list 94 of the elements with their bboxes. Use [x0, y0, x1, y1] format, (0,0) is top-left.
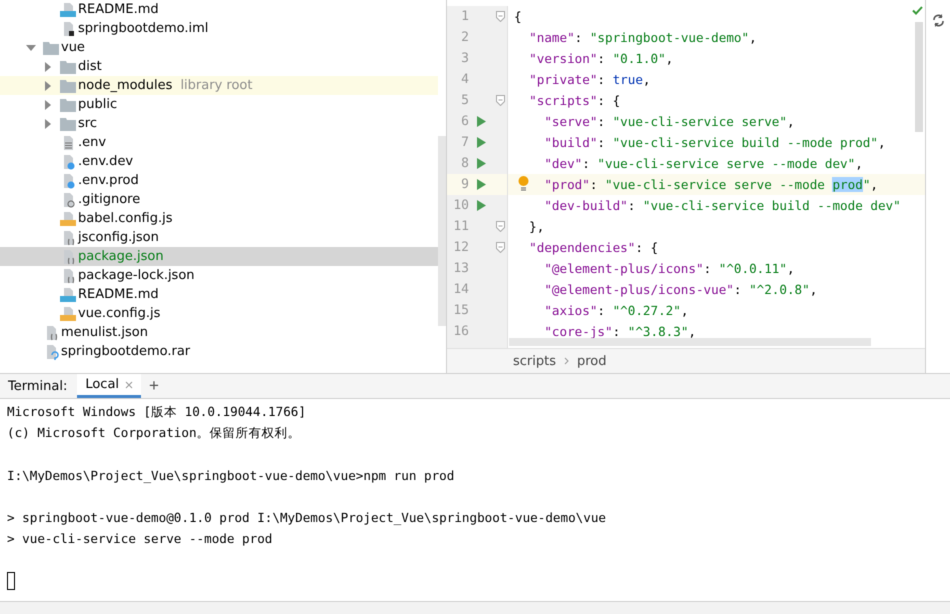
tree-item[interactable]: README.md: [0, 285, 438, 304]
tree-item[interactable]: .gitignore: [0, 190, 438, 209]
close-icon[interactable]: [125, 380, 134, 388]
code-line: "@element-plus/icons-vue": "^2.0.8",: [543, 282, 818, 297]
tree-item[interactable]: .env.dev: [0, 152, 438, 171]
tree-item[interactable]: src: [0, 114, 438, 133]
code-line: "dev-build": "vue-cli-service build --mode dev": [543, 198, 901, 213]
line-number: 5: [460, 93, 469, 108]
line-number: 3: [460, 51, 469, 66]
terminal-line: > vue-cli-service serve --mode prod: [7, 530, 274, 548]
line-number: 11: [452, 219, 469, 234]
run-icon[interactable]: [477, 179, 486, 190]
tree-item[interactable]: package-lock.json: [0, 266, 438, 285]
tree-item[interactable]: dist: [0, 57, 438, 76]
tree-item[interactable]: package.json: [0, 247, 438, 266]
folder-icon: [60, 78, 76, 92]
line-number: 13: [452, 261, 469, 276]
code-line: "scripts": {: [528, 93, 620, 108]
file-icon: [60, 210, 76, 226]
terminal-line: Microsoft Windows [版本 10.0.19044.1766]: [7, 403, 307, 421]
line-number: 6: [460, 114, 469, 129]
expand-arrow-icon[interactable]: [43, 80, 53, 90]
run-icon[interactable]: [477, 137, 486, 148]
line-number: 15: [452, 303, 469, 318]
folder-icon: [60, 116, 76, 130]
file-icon: [60, 286, 76, 302]
code-line: "build": "vue-cli-service build --mode prod",: [543, 135, 886, 150]
code-line: {: [514, 9, 522, 24]
chevron-icon: [564, 357, 569, 365]
expand-arrow-icon[interactable]: [43, 100, 53, 110]
tree-item[interactable]: jsconfig.json: [0, 228, 438, 247]
code-line: "@element-plus/icons": "^0.0.11",: [543, 261, 795, 276]
line-number: 12: [452, 240, 469, 255]
expand-arrow-icon[interactable]: [43, 62, 53, 72]
fold-icon[interactable]: [496, 95, 505, 106]
item-note: library root: [180, 78, 252, 93]
file-icon: [60, 306, 76, 322]
refresh-icon[interactable]: [932, 14, 944, 27]
check-icon: [912, 6, 923, 15]
tree-item[interactable]: node_modules library root: [0, 76, 438, 95]
folder-icon: [43, 40, 59, 54]
scrollbar[interactable]: [915, 22, 923, 132]
scrollbar[interactable]: [509, 338, 871, 346]
code-line: "axios": "^0.27.2",: [543, 303, 688, 318]
tree-item[interactable]: babel.config.js: [0, 209, 438, 228]
tree-item[interactable]: springbootdemo.rar: [0, 342, 438, 361]
code-line: },: [528, 219, 544, 234]
line-number: 2: [460, 30, 469, 45]
folder-icon: [60, 98, 76, 112]
scrollbar[interactable]: [438, 136, 446, 326]
code-line: "prod": "vue-cli-service serve --mode prod",: [543, 177, 878, 192]
tree-item[interactable]: springbootdemo.iml: [0, 19, 438, 38]
breadcrumb-item[interactable]: prod: [577, 354, 607, 368]
breadcrumb-item[interactable]: scripts: [513, 354, 556, 368]
code-line: "serve": "vue-cli-service serve",: [543, 114, 795, 129]
text-cursor: [7, 572, 15, 590]
code-line: "private": true,: [528, 72, 651, 87]
tree-item[interactable]: README.md: [0, 0, 438, 19]
tree-item[interactable]: menulist.json: [0, 323, 438, 342]
line-number: 9: [460, 177, 469, 192]
tree-item[interactable]: public: [0, 95, 438, 114]
line-number: 8: [460, 156, 469, 171]
new-tab-button[interactable]: +: [141, 376, 167, 396]
tree-item[interactable]: .env: [0, 133, 438, 152]
run-icon[interactable]: [477, 158, 486, 169]
fold-icon[interactable]: [496, 221, 505, 232]
file-icon: [60, 2, 76, 18]
tree-item[interactable]: vue: [0, 38, 438, 57]
code-line: "dependencies": {: [528, 240, 658, 255]
code-line: "dev": "vue-cli-service serve --mode dev",: [543, 156, 863, 171]
code-line: "name": "springboot-vue-demo",: [528, 30, 757, 45]
line-number: 14: [452, 282, 469, 297]
line-number: 7: [460, 135, 469, 150]
line-number: 4: [460, 72, 469, 87]
run-icon[interactable]: [477, 200, 486, 211]
run-icon[interactable]: [477, 116, 486, 127]
fold-icon[interactable]: [496, 11, 505, 22]
terminal-label: Terminal:: [7, 378, 68, 394]
code-line: "version": "0.1.0",: [528, 51, 674, 66]
fold-icon[interactable]: [496, 242, 505, 253]
expand-arrow-icon[interactable]: [43, 118, 53, 128]
terminal-line: (c) Microsoft Corporation。保留所有权利。: [7, 424, 302, 442]
tree-item[interactable]: vue.config.js: [0, 304, 438, 323]
lightbulb-icon[interactable]: [518, 176, 529, 192]
code-line: "core-js": "^3.8.3",: [543, 324, 696, 339]
terminal-tab[interactable]: Local: [77, 374, 142, 398]
line-number: 1: [460, 9, 469, 24]
terminal-line: I:\MyDemos\Project_Vue\springboot-vue-demo\vue>npm run prod: [7, 467, 456, 485]
tree-item[interactable]: .env.prod: [0, 171, 438, 190]
line-number: 16: [452, 324, 469, 339]
line-number: 10: [452, 198, 469, 213]
folder-icon: [60, 60, 76, 74]
terminal-line: > springboot-vue-demo@0.1.0 prod I:\MyDemos\Project_Vue\springboot-vue-demo\vue: [7, 509, 607, 527]
collapse-arrow-icon[interactable]: [26, 42, 36, 52]
